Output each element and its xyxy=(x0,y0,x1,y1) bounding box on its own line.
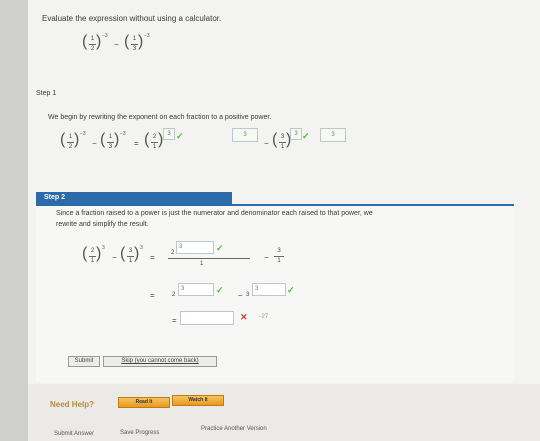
rhs-fraction-2: 31 xyxy=(274,248,284,265)
practice-another-version-button[interactable]: Practice Another Version xyxy=(201,426,267,432)
paren-close: ) xyxy=(138,33,144,50)
paren-close: ) xyxy=(114,131,120,148)
check-icon: ✓ xyxy=(176,131,184,141)
lhs-fraction-1: 21 xyxy=(89,248,96,264)
check-icon: ✓ xyxy=(216,243,224,253)
paren-close: ) xyxy=(134,245,140,262)
submit-answer-button[interactable]: Submit Answer xyxy=(54,431,94,437)
paren-open: ( xyxy=(100,131,106,148)
exponent-2: −3 xyxy=(120,131,126,137)
paren-close: ) xyxy=(96,245,102,262)
fraction-2: 13 xyxy=(107,134,114,150)
denominator-1: 1 xyxy=(200,261,204,267)
exponent-answer-b[interactable]: 3 xyxy=(232,128,258,142)
equals-sign: = xyxy=(150,291,155,300)
row2-base-1: 2 xyxy=(172,292,176,298)
paren-open: ( xyxy=(120,245,126,262)
read-it-button[interactable]: Read It xyxy=(118,397,170,408)
fraction-1: 12 xyxy=(67,134,74,150)
paren-open: ( xyxy=(82,33,88,50)
fraction-2: 13 xyxy=(131,36,138,52)
cross-icon: ✕ xyxy=(240,312,248,322)
help-area xyxy=(28,384,540,441)
need-help-label: Need Help? xyxy=(50,400,95,409)
lhs-exponent-2: 3 xyxy=(140,245,143,251)
final-answer-input[interactable] xyxy=(180,311,234,325)
lhs-exponent-1: 3 xyxy=(102,245,105,251)
incorrect-answer-feedback: −27 xyxy=(258,314,269,320)
exponent-answer-c[interactable]: 3 xyxy=(290,128,302,140)
prompt-text: Evaluate the expression without using a … xyxy=(42,14,222,23)
row2-base-2: 3 xyxy=(246,292,250,298)
step2-text-line2: rewrite and simplify the result. xyxy=(56,221,149,228)
check-icon: ✓ xyxy=(302,131,310,141)
equals-sign: = xyxy=(150,253,155,262)
paren-open: ( xyxy=(272,131,278,148)
exponent-2: −3 xyxy=(144,33,150,39)
numerator-base-1: 2 xyxy=(171,250,175,256)
equals-sign: = xyxy=(172,316,177,325)
minus-sign: − xyxy=(112,253,117,262)
fraction-3: 21 xyxy=(151,134,158,150)
step1-title: Step 1 xyxy=(36,90,57,97)
exponent-answer-d[interactable]: 3 xyxy=(320,128,346,142)
exponent-1: −3 xyxy=(80,131,86,137)
watch-it-button[interactable]: Watch It xyxy=(172,395,224,406)
skip-button[interactable]: Skip (you cannot come back) xyxy=(103,356,217,367)
fraction-bar xyxy=(168,258,250,259)
equals-sign: = xyxy=(134,139,139,148)
numerator-exponent-input[interactable]: 3 xyxy=(176,241,214,254)
step2-text-line1: Since a fraction raised to a power is ju… xyxy=(56,210,373,217)
paren-open: ( xyxy=(60,131,66,148)
save-progress-button[interactable]: Save Progress xyxy=(120,430,159,436)
paren-open: ( xyxy=(82,245,88,262)
step1-text: We begin by rewriting the exponent on ea… xyxy=(48,114,272,121)
minus-sign: − xyxy=(238,291,243,300)
fraction-1: 12 xyxy=(89,36,96,52)
row2-exponent-input-1[interactable]: 3 xyxy=(178,283,214,296)
step2-title: Step 2 xyxy=(36,192,232,204)
lhs-fraction-2: 31 xyxy=(127,248,134,264)
fraction-4: 31 xyxy=(279,134,286,150)
row2-exponent-input-2[interactable]: 3 xyxy=(252,283,286,296)
paren-open: ( xyxy=(124,33,130,50)
exponent-answer-a[interactable]: 3 xyxy=(163,128,175,140)
minus-sign: − xyxy=(264,139,269,148)
exponent-1: −3 xyxy=(102,33,108,39)
check-icon: ✓ xyxy=(287,285,295,295)
check-icon: ✓ xyxy=(216,285,224,295)
minus-sign: − xyxy=(114,40,119,49)
submit-button[interactable]: Submit xyxy=(68,356,100,367)
paren-open: ( xyxy=(144,131,150,148)
paren-close: ) xyxy=(96,33,102,50)
paren-close: ) xyxy=(74,131,80,148)
minus-sign: − xyxy=(92,139,97,148)
minus-sign: − xyxy=(264,253,269,262)
